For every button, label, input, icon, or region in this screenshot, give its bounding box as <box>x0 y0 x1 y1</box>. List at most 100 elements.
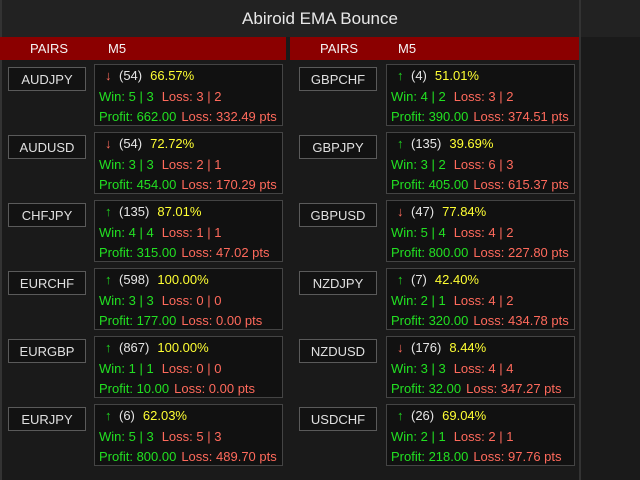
profit-line: Profit: 662.00 Loss: 332.49 pts <box>99 109 277 124</box>
signal-cell[interactable]: ↓ (47) 77.84% Win: 5 | 4 Loss: 4 | 2 Profit: … <box>386 200 575 262</box>
loss-points: Loss: 0.00 pts <box>174 381 256 396</box>
win-loss-line: Win: 3 | 2 Loss: 6 | 3 <box>391 157 513 172</box>
pair-button-nzdjpy[interactable]: NZDJPY <box>299 271 377 295</box>
win-loss-line: Win: 4 | 2 Loss: 3 | 2 <box>391 89 513 104</box>
win-rate: 51.01% <box>434 68 479 83</box>
loss-count: Loss: 2 | 1 <box>453 429 514 444</box>
signal-cell[interactable]: ↑ (26) 69.04% Win: 2 | 1 Loss: 2 | 1 Profit: … <box>386 404 575 466</box>
signal-line: ↓ (47) 77.84% <box>397 204 486 219</box>
loss-points: Loss: 374.51 pts <box>473 109 569 124</box>
signal-line: ↑ (135) 39.69% <box>397 136 493 151</box>
signal-cell[interactable]: ↑ (7) 42.40% Win: 2 | 1 Loss: 4 | 2 Profit: 3… <box>386 268 575 330</box>
arrow-up-icon: ↑ <box>105 272 112 287</box>
win-rate: 62.03% <box>142 408 187 423</box>
signal-cell[interactable]: ↑ (598) 100.00% Win: 3 | 3 Loss: 0 | 0 Profit… <box>94 268 283 330</box>
timeframe-header[interactable]: M5 <box>108 41 126 56</box>
signal-line: ↓ (176) 8.44% <box>397 340 486 355</box>
loss-points: Loss: 434.78 pts <box>473 313 569 328</box>
profit-value: Profit: 390.00 <box>391 109 469 124</box>
pair-button-gbpchf[interactable]: GBPCHF <box>299 67 377 91</box>
pair-button-usdchf[interactable]: USDCHF <box>299 407 377 431</box>
bars-count: (176) <box>411 340 442 355</box>
loss-count: Loss: 3 | 2 <box>161 89 222 104</box>
signal-cell[interactable]: ↑ (867) 100.00% Win: 1 | 1 Loss: 0 | 0 Profit… <box>94 336 283 398</box>
pair-button-audjpy[interactable]: AUDJPY <box>8 67 86 91</box>
profit-line: Profit: 10.00 Loss: 0.00 pts <box>99 381 255 396</box>
arrow-down-icon: ↓ <box>105 136 112 151</box>
window-title: Abiroid EMA Bounce <box>0 0 640 37</box>
profit-value: Profit: 32.00 <box>391 381 462 396</box>
loss-points: Loss: 227.80 pts <box>473 245 569 260</box>
signal-cell[interactable]: ↑ (135) 39.69% Win: 3 | 2 Loss: 6 | 3 Profit:… <box>386 132 575 194</box>
profit-line: Profit: 177.00 Loss: 0.00 pts <box>99 313 262 328</box>
signal-cell[interactable]: ↓ (54) 72.72% Win: 3 | 3 Loss: 2 | 1 Profit: … <box>94 132 283 194</box>
win-loss-line: Win: 5 | 4 Loss: 4 | 2 <box>391 225 513 240</box>
bars-count: (47) <box>411 204 435 219</box>
arrow-up-icon: ↑ <box>105 340 112 355</box>
signal-line: ↑ (598) 100.00% <box>105 272 209 287</box>
profit-line: Profit: 32.00 Loss: 347.27 pts <box>391 381 562 396</box>
loss-points: Loss: 47.02 pts <box>181 245 270 260</box>
table-header-right: PAIRS M5 <box>290 37 579 60</box>
signal-line: ↑ (4) 51.01% <box>397 68 479 83</box>
signal-line: ↑ (6) 62.03% <box>105 408 187 423</box>
pair-button-nzdusd[interactable]: NZDUSD <box>299 339 377 363</box>
loss-count: Loss: 2 | 1 <box>161 157 222 172</box>
bars-count: (135) <box>411 136 442 151</box>
win-rate: 69.04% <box>442 408 487 423</box>
pair-button-eurjpy[interactable]: EURJPY <box>8 407 86 431</box>
win-count: Win: 2 | 1 <box>391 293 446 308</box>
loss-points: Loss: 332.49 pts <box>181 109 277 124</box>
win-count: Win: 4 | 4 <box>99 225 154 240</box>
win-count: Win: 5 | 3 <box>99 429 154 444</box>
signal-cell[interactable]: ↑ (6) 62.03% Win: 5 | 3 Loss: 5 | 3 Profit: 8… <box>94 404 283 466</box>
arrow-up-icon: ↑ <box>105 204 112 219</box>
pairs-header: PAIRS <box>30 41 69 56</box>
signal-cell[interactable]: ↑ (4) 51.01% Win: 4 | 2 Loss: 3 | 2 Profit: 3… <box>386 64 575 126</box>
signal-line: ↑ (867) 100.00% <box>105 340 209 355</box>
loss-points: Loss: 97.76 pts <box>473 449 562 464</box>
arrow-down-icon: ↓ <box>397 340 404 355</box>
timeframe-header[interactable]: M5 <box>398 41 416 56</box>
loss-points: Loss: 615.37 pts <box>473 177 569 192</box>
profit-value: Profit: 177.00 <box>99 313 177 328</box>
win-loss-line: Win: 1 | 1 Loss: 0 | 0 <box>99 361 221 376</box>
profit-line: Profit: 320.00 Loss: 434.78 pts <box>391 313 569 328</box>
win-count: Win: 5 | 4 <box>391 225 446 240</box>
loss-points: Loss: 170.29 pts <box>181 177 277 192</box>
profit-value: Profit: 320.00 <box>391 313 469 328</box>
profit-line: Profit: 390.00 Loss: 374.51 pts <box>391 109 569 124</box>
win-rate: 100.00% <box>157 340 209 355</box>
loss-count: Loss: 1 | 1 <box>161 225 222 240</box>
win-count: Win: 2 | 1 <box>391 429 446 444</box>
arrow-up-icon: ↑ <box>397 68 404 83</box>
pair-button-gbpjpy[interactable]: GBPJPY <box>299 135 377 159</box>
win-loss-line: Win: 4 | 4 Loss: 1 | 1 <box>99 225 221 240</box>
pair-button-eurgbp[interactable]: EURGBP <box>8 339 86 363</box>
profit-line: Profit: 800.00 Loss: 489.70 pts <box>99 449 277 464</box>
pair-button-chfjpy[interactable]: CHFJPY <box>8 203 86 227</box>
profit-value: Profit: 662.00 <box>99 109 177 124</box>
arrow-down-icon: ↓ <box>397 204 404 219</box>
win-loss-line: Win: 5 | 3 Loss: 3 | 2 <box>99 89 221 104</box>
bars-count: (54) <box>119 136 143 151</box>
signal-line: ↓ (54) 66.57% <box>105 68 194 83</box>
profit-line: Profit: 405.00 Loss: 615.37 pts <box>391 177 569 192</box>
column-separator <box>286 37 290 480</box>
profit-value: Profit: 800.00 <box>99 449 177 464</box>
signal-cell[interactable]: ↓ (54) 66.57% Win: 5 | 3 Loss: 3 | 2 Profit: … <box>94 64 283 126</box>
signal-line: ↑ (135) 87.01% <box>105 204 201 219</box>
pair-button-audusd[interactable]: AUDUSD <box>8 135 86 159</box>
pair-button-eurchf[interactable]: EURCHF <box>8 271 86 295</box>
win-count: Win: 3 | 3 <box>99 157 154 172</box>
arrow-up-icon: ↑ <box>397 136 404 151</box>
pair-button-gbpusd[interactable]: GBPUSD <box>299 203 377 227</box>
arrow-up-icon: ↑ <box>397 408 404 423</box>
win-rate: 42.40% <box>434 272 479 287</box>
signal-line: ↑ (26) 69.04% <box>397 408 486 423</box>
win-loss-line: Win: 2 | 1 Loss: 2 | 1 <box>391 429 513 444</box>
win-loss-line: Win: 3 | 3 Loss: 4 | 4 <box>391 361 513 376</box>
signal-cell[interactable]: ↓ (176) 8.44% Win: 3 | 3 Loss: 4 | 4 Profit: … <box>386 336 575 398</box>
profit-line: Profit: 454.00 Loss: 170.29 pts <box>99 177 277 192</box>
signal-cell[interactable]: ↑ (135) 87.01% Win: 4 | 4 Loss: 1 | 1 Profit:… <box>94 200 283 262</box>
